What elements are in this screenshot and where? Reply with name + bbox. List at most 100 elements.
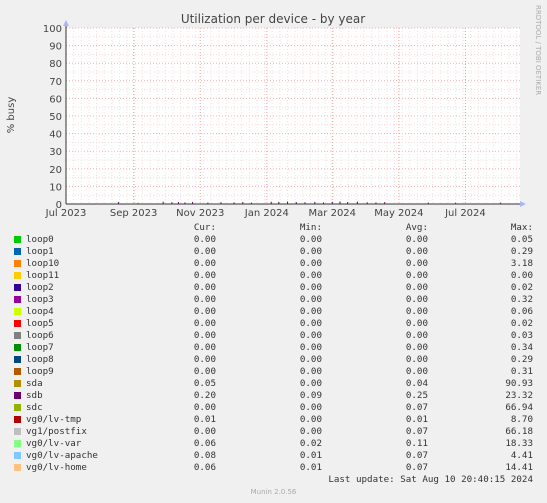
x-tick-labels: Jul 2023 Sep 2023 Nov 2023 Jan 2024 Mar 2024… [45, 208, 486, 219]
legend-avg: 0.00 [405, 246, 428, 257]
legend-row: loop1 0.00 0.00 0.00 0.29 [0, 246, 547, 258]
legend-avg: 0.00 [405, 330, 428, 341]
legend-row: sdb 0.20 0.09 0.25 23.32 [0, 390, 547, 402]
x-axis-arrow [520, 201, 526, 207]
legend-name: loop9 [26, 366, 54, 377]
legend-min: 0.00 [299, 306, 322, 317]
legend-avg: 0.00 [405, 366, 428, 377]
legend-name: loop6 [26, 330, 54, 341]
legend-max: 0.00 [510, 270, 533, 281]
legend-swatch [14, 272, 21, 279]
legend-name: loop1 [26, 246, 54, 257]
legend-avg: 0.00 [405, 258, 428, 269]
legend-min: 0.00 [299, 378, 322, 389]
legend-name: loop4 [26, 306, 54, 317]
legend-cur: 0.08 [193, 450, 216, 461]
legend-row: loop0 0.00 0.00 0.00 0.05 [0, 234, 547, 246]
legend-swatch [14, 404, 21, 411]
legend-avg: 0.00 [405, 306, 428, 317]
legend-cur: 0.05 [193, 378, 216, 389]
legend-swatch [14, 284, 21, 291]
legend-row: loop6 0.00 0.00 0.00 0.03 [0, 330, 547, 342]
legend-swatch [14, 248, 21, 255]
legend-max: 4.41 [510, 450, 533, 461]
y-tick-label: 20 [49, 165, 62, 176]
legend-min: 0.00 [299, 366, 322, 377]
legend: Cur: Min: Avg: Max: loop0 0.00 0.00 0.00 0.0… [0, 222, 547, 474]
legend-min: 0.00 [299, 342, 322, 353]
legend-row: loop3 0.00 0.00 0.00 0.32 [0, 294, 547, 306]
legend-max: 0.05 [510, 234, 533, 245]
legend-row: vg1/postfix 0.00 0.00 0.07 66.18 [0, 426, 547, 438]
y-tick-label: 30 [49, 147, 62, 158]
legend-swatch [14, 416, 21, 423]
legend-row: loop11 0.00 0.00 0.00 0.00 [0, 270, 547, 282]
legend-name: loop2 [26, 282, 54, 293]
legend-cur: 0.06 [193, 462, 216, 473]
legend-swatch [14, 260, 21, 267]
legend-name: loop0 [26, 234, 54, 245]
y-axis-arrow [63, 20, 69, 26]
legend-avg: 0.07 [405, 402, 428, 413]
legend-name: loop11 [26, 270, 60, 281]
legend-max: 0.31 [510, 366, 533, 377]
legend-name: vg0/lv-apache [26, 450, 98, 461]
legend-avg: 0.01 [405, 414, 428, 425]
legend-row: sda 0.05 0.00 0.04 90.93 [0, 378, 547, 390]
legend-max: 8.70 [510, 414, 533, 425]
watermark: RRDTOOL / TOBI OETIKER [534, 5, 542, 95]
legend-cur: 0.00 [193, 270, 216, 281]
legend-swatch [14, 464, 21, 471]
legend-swatch [14, 440, 21, 447]
legend-row: vg0/lv-home 0.06 0.01 0.07 14.41 [0, 462, 547, 474]
y-tick-label: 90 [49, 42, 62, 53]
legend-row: loop10 0.00 0.00 0.00 3.18 [0, 258, 547, 270]
legend-cur: 0.00 [193, 234, 216, 245]
legend-cur: 0.00 [193, 294, 216, 305]
legend-max: 0.29 [510, 246, 533, 257]
legend-name: loop8 [26, 354, 54, 365]
legend-swatch [14, 308, 21, 315]
legend-swatch [14, 380, 21, 387]
legend-avg: 0.07 [405, 426, 428, 437]
legend-max: 0.06 [510, 306, 533, 317]
legend-max: 66.94 [505, 402, 533, 413]
x-tick-label: Nov 2023 [176, 208, 224, 219]
legend-row: vg0/lv-tmp 0.01 0.00 0.01 8.70 [0, 414, 547, 426]
legend-avg: 0.00 [405, 234, 428, 245]
legend-min: 0.09 [299, 390, 322, 401]
x-tick-label: Jan 2024 [244, 208, 289, 219]
legend-name: loop5 [26, 318, 54, 329]
legend-avg: 0.11 [405, 438, 428, 449]
legend-min: 0.00 [299, 330, 322, 341]
legend-avg: 0.00 [405, 354, 428, 365]
legend-max: 66.18 [505, 426, 533, 437]
legend-rows: loop0 0.00 0.00 0.00 0.05 loop1 0.00 0.00 0.00 0.… [0, 234, 547, 474]
legend-name: loop7 [26, 342, 54, 353]
legend-cur: 0.00 [193, 342, 216, 353]
legend-swatch [14, 452, 21, 459]
legend-name: vg0/lv-tmp [26, 414, 82, 425]
legend-min: 0.00 [299, 258, 322, 269]
legend-max: 0.02 [510, 318, 533, 329]
legend-row: loop2 0.00 0.00 0.00 0.02 [0, 282, 547, 294]
col-avg-header: Avg: [405, 222, 428, 233]
legend-min: 0.00 [299, 294, 322, 305]
legend-row: vg0/lv-var 0.06 0.02 0.11 18.33 [0, 438, 547, 450]
legend-row: loop8 0.00 0.00 0.00 0.29 [0, 354, 547, 366]
legend-header: Cur: Min: Avg: Max: [0, 222, 547, 234]
legend-min: 0.00 [299, 354, 322, 365]
legend-min: 0.00 [299, 426, 322, 437]
legend-row: loop4 0.00 0.00 0.00 0.06 [0, 306, 547, 318]
legend-swatch [14, 236, 21, 243]
legend-name: sdb [26, 390, 43, 401]
legend-avg: 0.07 [405, 450, 428, 461]
legend-name: loop10 [26, 258, 60, 269]
legend-row: sdc 0.00 0.00 0.07 66.94 [0, 402, 547, 414]
legend-max: 3.18 [510, 258, 533, 269]
legend-min: 0.00 [299, 246, 322, 257]
x-tick-label: May 2024 [374, 208, 423, 219]
y-tick-label: 10 [49, 182, 62, 193]
legend-swatch [14, 320, 21, 327]
legend-swatch [14, 368, 21, 375]
